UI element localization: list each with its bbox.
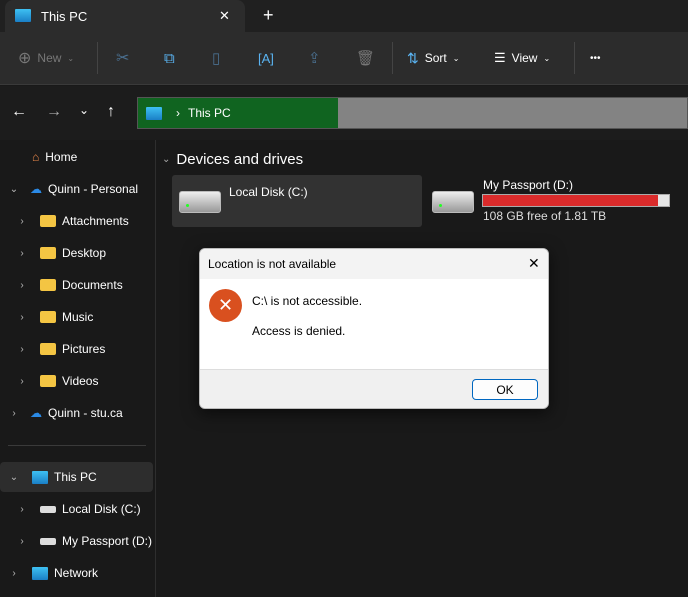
section-devices-and-drives[interactable]: ⌄ Devices and drives xyxy=(162,151,303,168)
tab-this-pc[interactable]: This PC ✕ xyxy=(5,0,245,32)
error-dialog: Location is not available ✕ ✕ C:\ is not… xyxy=(199,248,549,409)
folder-icon xyxy=(40,279,56,291)
recent-locations-icon[interactable]: ⌄ xyxy=(79,103,89,117)
sidebar-item-music[interactable]: › Music xyxy=(0,302,153,332)
sidebar-item-this-pc[interactable]: ⌄ This PC xyxy=(0,462,153,492)
tab-title: This PC xyxy=(41,9,88,24)
navigation-pane: ⌂ Home ⌄ ☁ Quinn - Personal › Attachments › D… xyxy=(0,140,156,597)
hard-drive-icon xyxy=(179,191,221,213)
network-icon xyxy=(32,566,48,580)
usage-bar-fill xyxy=(483,195,658,206)
share-icon[interactable]: ⇪ xyxy=(308,47,321,69)
new-button[interactable]: ⊕ New ⌄ xyxy=(18,47,74,69)
cloud-icon: ☁ xyxy=(30,406,42,420)
sidebar-item-desktop[interactable]: › Desktop xyxy=(0,238,153,268)
sidebar-item-home[interactable]: ⌂ Home xyxy=(0,142,153,172)
copy-icon[interactable]: ⧉ xyxy=(164,47,175,69)
drive-icon xyxy=(40,537,56,545)
divider xyxy=(97,42,98,74)
ok-button[interactable]: OK xyxy=(472,379,538,400)
more-options-button[interactable]: ••• xyxy=(590,47,601,69)
breadcrumb-this-pc[interactable]: This PC xyxy=(188,106,231,120)
new-tab-button[interactable]: + xyxy=(263,5,274,26)
drive-name: My Passport (D:) xyxy=(483,178,574,192)
new-label: New xyxy=(37,51,62,65)
drive-name: Local Disk (C:) xyxy=(229,185,308,199)
view-button[interactable]: ☰ View ⌄ xyxy=(494,47,550,69)
breadcrumb-separator: › xyxy=(176,106,180,120)
close-tab-icon[interactable]: ✕ xyxy=(219,8,230,24)
dialog-title: Location is not available xyxy=(208,257,337,271)
command-bar: ⊕ New ⌄ ✂ ⧉ ▯ [A] ⇪ 🗑 ⇅ Sort ⌄ ☰ View ⌄ ••• xyxy=(0,32,688,85)
usage-bar xyxy=(482,194,670,207)
delete-icon[interactable]: 🗑 xyxy=(356,47,375,69)
folder-icon xyxy=(40,375,56,387)
sidebar-item-pictures[interactable]: › Pictures xyxy=(0,334,153,364)
label: Desktop xyxy=(62,246,107,260)
plus-circle-icon: ⊕ xyxy=(18,50,32,67)
label: Quinn - Personal xyxy=(48,182,139,196)
section-title: Devices and drives xyxy=(176,151,304,168)
error-icon: ✕ xyxy=(209,289,242,322)
folder-icon xyxy=(40,215,56,227)
this-pc-icon xyxy=(15,9,31,22)
dialog-close-button[interactable]: ✕ xyxy=(528,255,540,272)
back-icon[interactable]: ← xyxy=(11,103,27,121)
this-pc-icon xyxy=(32,470,48,484)
label: Home xyxy=(45,150,78,164)
breadcrumb: › This PC xyxy=(138,98,338,128)
dialog-message: C:\ is not accessible. xyxy=(252,294,363,308)
label: Local Disk (C:) xyxy=(62,502,141,516)
view-label: View xyxy=(511,51,538,65)
dialog-footer: OK xyxy=(200,369,548,408)
rename-icon[interactable]: [A] xyxy=(258,47,274,69)
sidebar-item-network[interactable]: › Network xyxy=(0,558,153,588)
hard-drive-icon xyxy=(432,191,474,213)
home-icon: ⌂ xyxy=(32,150,40,164)
sidebar-item-my-passport[interactable]: › My Passport (D:) xyxy=(0,526,153,556)
tab-bar: This PC ✕ + xyxy=(0,0,688,32)
sidebar-item-documents[interactable]: › Documents xyxy=(0,270,153,300)
cut-icon[interactable]: ✂ xyxy=(116,47,129,69)
paste-icon[interactable]: ▯ xyxy=(212,47,220,69)
label: Attachments xyxy=(62,214,129,228)
sidebar-item-quinn-personal[interactable]: ⌄ ☁ Quinn - Personal xyxy=(0,174,153,204)
cloud-icon: ☁ xyxy=(30,182,42,196)
folder-icon xyxy=(40,311,56,323)
label: Network xyxy=(54,566,99,580)
sidebar-item-quinn-stu[interactable]: › ☁ Quinn - stu.ca xyxy=(0,398,153,428)
folder-icon xyxy=(40,247,56,259)
drive-local-disk-c[interactable]: Local Disk (C:) xyxy=(172,175,422,227)
dialog-titlebar: Location is not available ✕ xyxy=(200,249,548,279)
up-icon[interactable]: ↑ xyxy=(107,103,115,121)
sidebar-item-videos[interactable]: › Videos xyxy=(0,366,153,396)
label: This PC xyxy=(54,470,97,484)
dialog-detail: Access is denied. xyxy=(252,324,346,338)
label: Music xyxy=(62,310,94,324)
label: Quinn - stu.ca xyxy=(48,406,123,420)
chevron-down-icon: ⌄ xyxy=(162,154,171,165)
view-icon: ☰ xyxy=(494,50,506,65)
label: Videos xyxy=(62,374,99,388)
divider xyxy=(392,42,393,74)
divider xyxy=(8,445,146,446)
sort-label: Sort xyxy=(424,51,447,65)
drive-free-space: 108 GB free of 1.81 TB xyxy=(483,209,607,223)
sidebar-item-local-disk[interactable]: › Local Disk (C:) xyxy=(0,494,153,524)
label: My Passport (D:) xyxy=(62,534,153,548)
sort-button[interactable]: ⇅ Sort ⌄ xyxy=(407,47,459,69)
drive-my-passport-d[interactable]: My Passport (D:) 108 GB free of 1.81 TB xyxy=(430,175,680,227)
folder-icon xyxy=(40,343,56,355)
drive-icon xyxy=(40,505,56,513)
this-pc-icon xyxy=(146,106,162,120)
sidebar-item-attachments[interactable]: › Attachments xyxy=(0,206,153,236)
label: Documents xyxy=(62,278,123,292)
address-bar[interactable]: › This PC xyxy=(137,97,688,129)
sort-icon: ⇅ xyxy=(407,49,419,66)
divider xyxy=(574,42,575,74)
forward-icon[interactable]: → xyxy=(46,103,62,121)
label: Pictures xyxy=(62,342,106,356)
